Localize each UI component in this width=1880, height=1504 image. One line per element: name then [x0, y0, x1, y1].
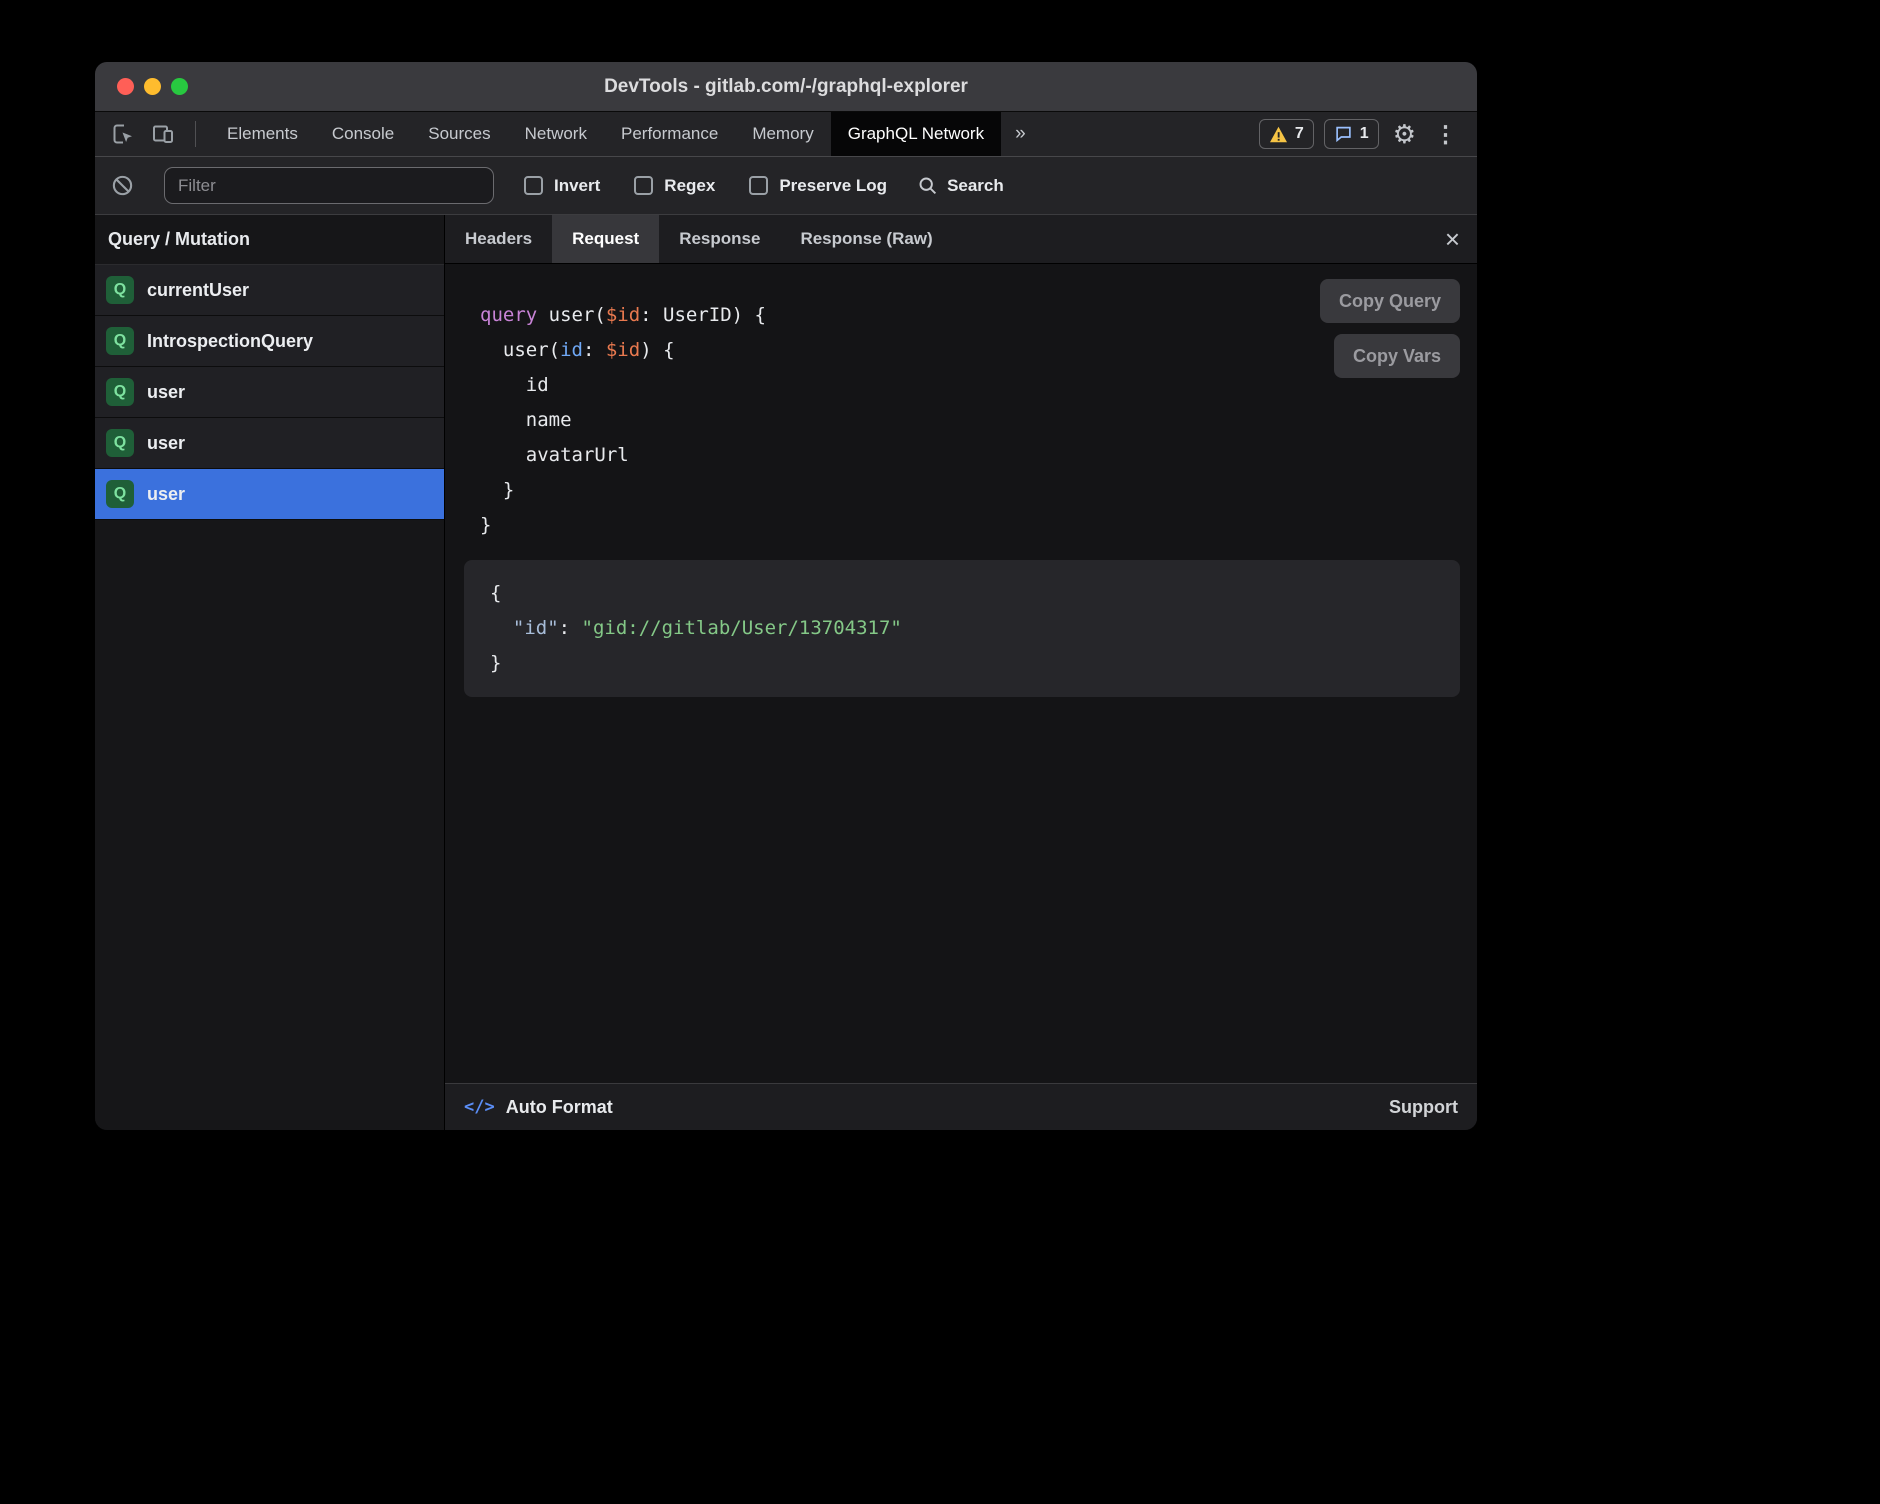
panel-tab-request[interactable]: Request [552, 215, 659, 263]
minimize-window-button[interactable] [144, 78, 161, 95]
panel-tab-strip: HeadersRequestResponseResponse (Raw) [445, 215, 953, 263]
network-toolbar: Invert Regex Preserve Log Search [95, 157, 1477, 215]
code-line: } [480, 473, 1460, 508]
copy-vars-button[interactable]: Copy Vars [1334, 334, 1460, 378]
panel-tab-response[interactable]: Response [659, 215, 780, 263]
regex-checkbox-box[interactable] [634, 176, 653, 195]
request-operation-name: user [147, 382, 185, 403]
code-line: name [480, 403, 1460, 438]
search-label: Search [947, 176, 1004, 196]
close-window-button[interactable] [117, 78, 134, 95]
code-line: id [480, 368, 1460, 403]
request-row-2[interactable]: Quser [95, 367, 444, 418]
devtools-tab-elements[interactable]: Elements [210, 112, 315, 156]
devtools-tab-memory[interactable]: Memory [735, 112, 830, 156]
request-list: QcurrentUserQIntrospectionQueryQuserQuse… [95, 265, 444, 520]
request-operation-name: IntrospectionQuery [147, 331, 313, 352]
requests-sidebar: Query / Mutation QcurrentUserQIntrospect… [95, 215, 445, 1130]
device-toolbar-icon[interactable] [151, 122, 175, 146]
auto-format-button[interactable]: Auto Format [506, 1097, 613, 1118]
devtools-tab-console[interactable]: Console [315, 112, 411, 156]
more-tabs-button[interactable]: » [1001, 112, 1040, 156]
regex-checkbox[interactable]: Regex [634, 176, 715, 196]
search-control[interactable]: Search [917, 175, 1004, 196]
request-row-4[interactable]: Quser [95, 469, 444, 520]
messages-badge[interactable]: 1 [1324, 119, 1379, 149]
request-tab-content: Copy Query Copy Vars query user($id: Use… [445, 264, 1477, 1083]
preserve-log-checkbox[interactable]: Preserve Log [749, 176, 887, 196]
invert-checkbox-label: Invert [554, 176, 600, 196]
code-line: } [480, 508, 1460, 543]
settings-gear-icon[interactable]: ⚙ [1389, 121, 1420, 147]
panel-tabbar: HeadersRequestResponseResponse (Raw) × [445, 215, 1477, 264]
devtools-tab-graphql-network[interactable]: GraphQL Network [831, 112, 1001, 156]
variables-box: { "id": "gid://gitlab/User/13704317"} [464, 560, 1460, 697]
panel-tab-response-raw[interactable]: Response (Raw) [780, 215, 952, 263]
warning-count: 7 [1295, 125, 1304, 143]
detail-panel: HeadersRequestResponseResponse (Raw) × C… [445, 215, 1477, 1130]
request-operation-name: user [147, 433, 185, 454]
warning-triangle-icon [1269, 126, 1288, 143]
code-line: query user($id: UserID) { [480, 298, 1460, 333]
panel-tab-headers[interactable]: Headers [445, 215, 552, 263]
devtools-tab-network[interactable]: Network [508, 112, 604, 156]
code-line: user(id: $id) { [480, 333, 1460, 368]
code-line: { [490, 576, 1434, 611]
regex-checkbox-label: Regex [664, 176, 715, 196]
request-row-0[interactable]: QcurrentUser [95, 265, 444, 316]
request-operation-name: currentUser [147, 280, 249, 301]
code-line: } [490, 646, 1434, 681]
query-type-badge: Q [106, 327, 134, 355]
query-type-badge: Q [106, 429, 134, 457]
devtools-status-cluster: 7 1 ⚙ ⋮ [1259, 112, 1477, 156]
request-operation-name: user [147, 484, 185, 505]
request-row-3[interactable]: Quser [95, 418, 444, 469]
code-brackets-icon: </> [464, 1097, 495, 1117]
close-panel-icon[interactable]: × [1428, 226, 1477, 252]
window-titlebar[interactable]: DevTools - gitlab.com/-/graphql-explorer [95, 62, 1477, 112]
support-link[interactable]: Support [1389, 1097, 1458, 1118]
traffic-lights [117, 62, 188, 111]
message-count: 1 [1360, 125, 1369, 143]
devtools-tab-performance[interactable]: Performance [604, 112, 735, 156]
chat-bubble-icon [1334, 125, 1353, 143]
code-line: "id": "gid://gitlab/User/13704317" [490, 611, 1434, 646]
variables-code: { "id": "gid://gitlab/User/13704317"} [490, 576, 1434, 681]
devtools-tab-sources[interactable]: Sources [411, 112, 507, 156]
kebab-menu-icon[interactable]: ⋮ [1430, 123, 1461, 146]
query-code: query user($id: UserID) { user(id: $id) … [480, 298, 1460, 543]
preserve-log-checkbox-box[interactable] [749, 176, 768, 195]
devtools-tabbar: ElementsConsoleSourcesNetworkPerformance… [95, 112, 1477, 157]
main-split: Query / Mutation QcurrentUserQIntrospect… [95, 215, 1477, 1130]
zoom-window-button[interactable] [171, 78, 188, 95]
devtools-window: DevTools - gitlab.com/-/graphql-explorer… [95, 62, 1477, 1130]
query-type-badge: Q [106, 480, 134, 508]
clear-log-icon[interactable] [111, 174, 134, 197]
request-row-1[interactable]: Q IntrospectionQuery [95, 316, 444, 367]
invert-checkbox[interactable]: Invert [524, 176, 600, 196]
inspect-element-icon[interactable] [111, 122, 135, 146]
devtools-tab-strip: ElementsConsoleSourcesNetworkPerformance… [210, 112, 1001, 156]
filter-input[interactable] [164, 167, 494, 204]
sidebar-header: Query / Mutation [95, 215, 444, 265]
query-type-badge: Q [106, 378, 134, 406]
copy-buttons: Copy Query Copy Vars [1320, 279, 1460, 378]
devtools-tool-icons [95, 112, 210, 156]
panel-statusbar: </> Auto Format Support [445, 1083, 1477, 1130]
warnings-badge[interactable]: 7 [1259, 119, 1314, 149]
toolbar-checkbox-group: Invert Regex Preserve Log [524, 176, 887, 196]
search-icon [917, 175, 938, 196]
toolbar-separator [195, 121, 196, 147]
code-line: avatarUrl [480, 438, 1460, 473]
copy-query-button[interactable]: Copy Query [1320, 279, 1460, 323]
window-title: DevTools - gitlab.com/-/graphql-explorer [95, 76, 1477, 98]
preserve-log-checkbox-label: Preserve Log [779, 176, 887, 196]
query-type-badge: Q [106, 276, 134, 304]
invert-checkbox-box[interactable] [524, 176, 543, 195]
